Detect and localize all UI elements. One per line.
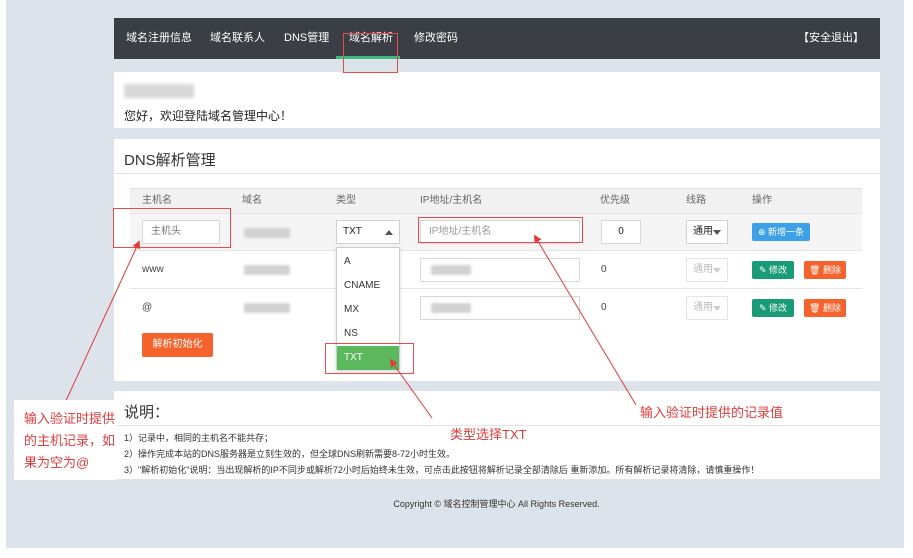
note-item: 1）记录中，相同的主机名不能共存；	[124, 433, 274, 443]
new-record-row: 主机头 TXT IP地址/主机名 0 通用 ⊕ 新增一条	[130, 213, 862, 250]
note-item: 3）"解析初始化"说明：当出现解析的IP不同步或解析72小时后始终未生效，可点击…	[124, 465, 760, 475]
ip-redacted	[431, 303, 471, 313]
type-option-a[interactable]: A	[337, 250, 399, 274]
nav-active-indicator	[336, 56, 400, 59]
welcome-panel: 您好，欢迎登陆域名管理中心！	[114, 72, 880, 128]
annotation-type: 类型选择TXT	[450, 427, 527, 442]
annotation-left-line: 果为空为@	[24, 455, 90, 470]
edit-button[interactable]: ✎ 修改	[752, 299, 794, 317]
header-host: 主机名	[142, 195, 172, 206]
annotation-left-line: 输入验证时提供	[24, 411, 116, 426]
username-redacted	[124, 84, 194, 98]
ip-redacted	[431, 265, 471, 275]
chevron-down-icon	[713, 268, 721, 273]
type-option-txt[interactable]: TXT	[337, 346, 399, 370]
notes-title: 说明：	[124, 404, 170, 421]
ip-input[interactable]: IP地址/主机名	[420, 220, 580, 244]
table-row: www 0 通用 ✎ 修改 🗑 删除	[130, 250, 862, 288]
header-priority: 优先级	[600, 195, 630, 206]
edit-button[interactable]: ✎ 修改	[752, 261, 794, 279]
add-record-label: 新增一条	[768, 227, 805, 237]
pencil-icon: ✎	[758, 303, 767, 313]
row-host: www	[142, 264, 164, 275]
chevron-up-icon	[385, 230, 393, 235]
header-type: 类型	[336, 195, 356, 206]
line-select-value: 通用	[693, 226, 713, 237]
logout-link[interactable]: 【安全退出】	[798, 18, 864, 59]
nav-domain-contacts[interactable]: 域名联系人	[210, 18, 265, 59]
nav-change-password[interactable]: 修改密码	[414, 18, 458, 59]
table-row: @ 0 通用 ✎ 修改 🗑 删除	[130, 288, 862, 326]
header-domain: 域名	[242, 195, 262, 206]
top-nav: 域名注册信息 域名联系人 DNS管理 域名解析 修改密码 【安全退出】	[114, 18, 880, 59]
trash-icon: 🗑	[809, 303, 821, 313]
header-line: 线路	[686, 195, 706, 206]
edit-label: 修改	[769, 303, 788, 313]
dns-title: DNS解析管理	[124, 152, 216, 169]
table-header: 主机名 域名 类型 IP地址/主机名 优先级 线路 操作	[130, 188, 862, 213]
divider	[114, 173, 880, 174]
annotation-value: 输入验证时提供的记录值	[640, 405, 784, 420]
delete-label: 删除	[822, 265, 841, 275]
chevron-down-icon	[713, 306, 721, 311]
pencil-icon: ✎	[758, 265, 767, 275]
header-ip: IP地址/主机名	[420, 195, 483, 206]
row-line-select: 通用	[686, 258, 728, 282]
welcome-text: 您好，欢迎登陆域名管理中心！	[124, 109, 293, 123]
line-select[interactable]: 通用	[686, 220, 728, 244]
type-option-cname[interactable]: CNAME	[337, 274, 399, 298]
type-select[interactable]: TXT	[336, 220, 400, 244]
trash-icon: 🗑	[809, 265, 821, 275]
type-option-ns[interactable]: NS	[337, 322, 399, 346]
row-ip-input[interactable]	[420, 258, 580, 282]
annotation-left-box: 输入验证时提供 的主机记录，如 果为空为@	[14, 400, 116, 480]
nav-dns-management[interactable]: DNS管理	[284, 18, 329, 59]
nav-domain-registration[interactable]: 域名注册信息	[126, 18, 192, 59]
annotation-left-line: 的主机记录，如	[24, 433, 116, 448]
domain-redacted	[244, 265, 290, 275]
add-record-button[interactable]: ⊕ 新增一条	[752, 223, 810, 241]
type-dropdown: A CNAME MX NS TXT	[336, 247, 400, 370]
chevron-down-icon	[713, 230, 721, 235]
row-line-value: 通用	[693, 264, 713, 275]
dns-panel: DNS解析管理 主机名 域名 类型 IP地址/主机名 优先级 线路 操作 主机头…	[114, 139, 880, 381]
type-select-value: TXT	[343, 226, 362, 237]
copyright: Copyright © 域名控制管理中心 All Rights Reserved…	[393, 499, 600, 509]
dns-init-button[interactable]: 解析初始化	[142, 333, 213, 357]
priority-input[interactable]: 0	[601, 220, 641, 244]
delete-button[interactable]: 🗑 删除	[804, 299, 846, 317]
delete-button[interactable]: 🗑 删除	[804, 261, 846, 279]
domain-redacted	[244, 228, 290, 238]
domain-redacted	[244, 303, 290, 313]
host-input[interactable]: 主机头	[142, 220, 220, 244]
edit-label: 修改	[769, 265, 788, 275]
plus-circle-icon: ⊕	[757, 227, 766, 237]
note-item: 2）操作完成本站的DNS服务器是立刻生效的，但全球DNS刷新需要8-72小时生效…	[124, 449, 456, 459]
row-host: @	[142, 302, 153, 313]
header-actions: 操作	[752, 195, 772, 206]
row-line-select: 通用	[686, 296, 728, 320]
row-line-value: 通用	[693, 302, 713, 313]
row-ip-input[interactable]	[420, 296, 580, 320]
row-priority: 0	[601, 264, 607, 275]
delete-label: 删除	[822, 303, 841, 313]
row-priority: 0	[601, 302, 607, 313]
nav-domain-resolution[interactable]: 域名解析	[349, 18, 393, 59]
type-option-mx[interactable]: MX	[337, 298, 399, 322]
dns-table: 主机名 域名 类型 IP地址/主机名 优先级 线路 操作 主机头 TXT IP地…	[130, 188, 862, 320]
